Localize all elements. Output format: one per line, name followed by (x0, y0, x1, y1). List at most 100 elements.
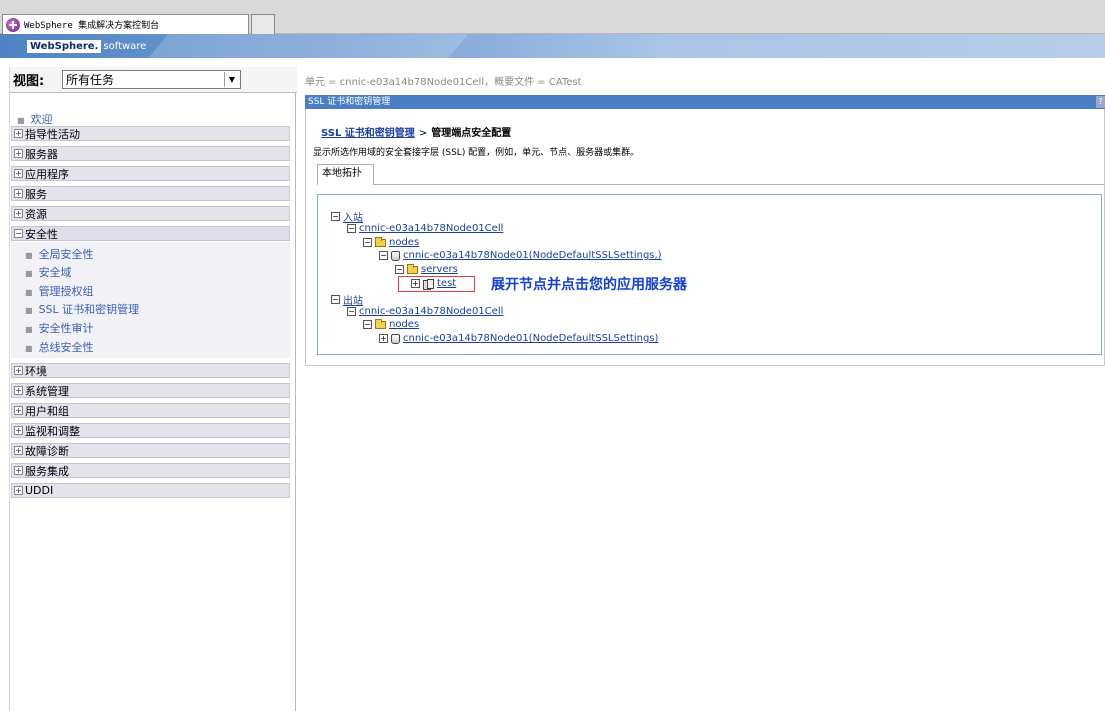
nav-category-security[interactable]: − 安全性 (11, 226, 290, 241)
nav-item-ssl-certificate-key-management[interactable]: ■ SSL 证书和密钥管理 (25, 301, 139, 317)
new-tab-button[interactable] (251, 14, 275, 34)
nav-category-label: 监视和调整 (25, 424, 80, 438)
tab-local-topology[interactable]: 本地拓扑 (317, 164, 374, 185)
breadcrumb: SSL 证书和密钥管理 > 管理端点安全配置 (321, 124, 511, 139)
folder-open-icon (407, 263, 418, 274)
expand-icon[interactable]: + (14, 426, 23, 435)
nav-item-security-domains[interactable]: ■ 安全域 (25, 264, 72, 280)
nav-category-environment[interactable]: + 环境 (11, 363, 290, 378)
breadcrumb-separator: > (418, 128, 428, 139)
nav-category-label: 服务 (25, 187, 47, 201)
nav-category-label: 资源 (25, 207, 47, 221)
view-select[interactable]: 所有任务 ▼ (62, 70, 241, 89)
tree-servers: − servers (395, 263, 458, 275)
expand-icon[interactable]: + (14, 169, 23, 178)
view-label: 视图: (13, 74, 45, 89)
inbound-node-link[interactable]: cnnic-e03a14b78Node01(NodeDefaultSSLSett… (403, 250, 662, 261)
collapse-icon[interactable]: − (331, 295, 340, 304)
tree-inbound-cell: − cnnic-e03a14b78Node01Cell (347, 223, 503, 234)
panel-title: SSL 证书和密钥管理 (308, 97, 391, 107)
websphere-banner: WebSphere. software (0, 34, 1105, 58)
bullet-icon: ■ (17, 116, 25, 125)
bullet-icon: ■ (25, 288, 33, 297)
browser-tab[interactable]: WebSphere 集成解决方案控制台 (2, 14, 249, 34)
welcome-label: 欢迎 (30, 113, 53, 126)
expand-icon[interactable]: + (14, 406, 23, 415)
nav-item-global-security[interactable]: ■ 全局安全性 (25, 246, 94, 262)
collapse-icon[interactable]: − (14, 229, 23, 238)
expand-icon[interactable]: + (379, 334, 388, 343)
brand-name: WebSphere. (27, 40, 102, 53)
nav-category-service-integration[interactable]: + 服务集成 (11, 463, 290, 478)
collapse-icon[interactable]: − (379, 251, 388, 260)
bullet-icon: ■ (25, 269, 33, 278)
expand-icon[interactable]: + (14, 366, 23, 375)
collapse-icon[interactable]: − (347, 224, 356, 233)
expand-icon[interactable]: + (14, 189, 23, 198)
nav-item-security-auditing[interactable]: ■ 安全性审计 (25, 320, 94, 336)
nav-category-monitoring-and-tuning[interactable]: + 监视和调整 (11, 423, 290, 438)
nav-category-services[interactable]: + 服务 (11, 186, 290, 201)
nav-category-troubleshooting[interactable]: + 故障诊断 (11, 443, 290, 458)
navigation-panel: 视图: 所有任务 ▼ ■ 欢迎 + 指导性活动 + 服务器 + 应用程序 + 服务 + 资源… (9, 67, 297, 711)
expand-icon[interactable]: + (14, 149, 23, 158)
browser-tab-title: WebSphere 集成解决方案控制台 (24, 21, 160, 31)
nav-item-admin-authorization-groups[interactable]: ■ 管理授权组 (25, 283, 94, 299)
nav-item-bus-security[interactable]: ■ 总线安全性 (25, 339, 94, 355)
view-select-value: 所有任务 (66, 73, 115, 87)
tree-inbound-nodes: − nodes (363, 236, 419, 248)
collapse-icon[interactable]: − (363, 238, 372, 247)
folder-icon (375, 318, 386, 329)
page-description: 显示所选作用域的安全套接字层 (SSL) 配置，例如，单元、节点、服务器或集群。 (313, 148, 640, 158)
tree-outbound: − 出站 (331, 292, 363, 307)
annotation-text: 展开节点并点击您的应用服务器 (491, 277, 687, 293)
outbound-node-link[interactable]: cnnic-e03a14b78Node01(NodeDefaultSSLSett… (403, 333, 658, 344)
scope-text: 单元 = cnnic-e03a14b78Node01Cell，概要文件 = CA… (305, 77, 582, 88)
bullet-icon: ■ (25, 344, 33, 353)
nav-category-guided-activities[interactable]: + 指导性活动 (11, 126, 290, 141)
expand-icon[interactable]: + (14, 466, 23, 475)
nav-category-applications[interactable]: + 应用程序 (11, 166, 290, 181)
expand-icon[interactable]: + (14, 386, 23, 395)
nav-category-label: 用户和组 (25, 404, 69, 418)
nav-category-label: 服务器 (25, 147, 58, 161)
highlight-box (398, 276, 475, 292)
chevron-down-icon[interactable]: ▼ (224, 72, 239, 87)
outbound-nodes-link[interactable]: nodes (389, 319, 419, 330)
inbound-nodes-link[interactable]: nodes (389, 237, 419, 248)
nav-category-uddi[interactable]: + UDDI (11, 483, 290, 498)
bullet-icon: ■ (25, 251, 33, 260)
collapse-icon[interactable]: − (363, 320, 372, 329)
nav-category-servers[interactable]: + 服务器 (11, 146, 290, 161)
nav-category-users-and-groups[interactable]: + 用户和组 (11, 403, 290, 418)
expand-icon[interactable]: + (14, 446, 23, 455)
outbound-link[interactable]: 出站 (343, 292, 363, 307)
breadcrumb-link[interactable]: SSL 证书和密钥管理 (321, 128, 415, 139)
websphere-logo: WebSphere. software (27, 40, 146, 53)
expand-icon[interactable]: + (14, 209, 23, 218)
nav-category-system-administration[interactable]: + 系统管理 (11, 383, 290, 398)
collapse-icon[interactable]: − (331, 212, 340, 221)
breadcrumb-current: 管理端点安全配置 (431, 128, 512, 139)
outbound-cell-link[interactable]: cnnic-e03a14b78Node01Cell (359, 306, 503, 317)
tab-underline (374, 184, 1104, 185)
browser-tabstrip: WebSphere 集成解决方案控制台 (0, 0, 1105, 34)
nav-item-label: 管理授权组 (38, 285, 94, 298)
nav-item-label: 全局安全性 (38, 248, 94, 261)
expand-icon[interactable]: + (14, 486, 23, 495)
tree-outbound-node: + cnnic-e03a14b78Node01(NodeDefaultSSLSet… (379, 333, 658, 344)
collapse-icon[interactable]: − (395, 265, 404, 274)
nav-category-label: 安全性 (25, 227, 58, 241)
inbound-link[interactable]: 入站 (343, 209, 363, 224)
tree-outbound-cell: − cnnic-e03a14b78Node01Cell (347, 306, 503, 317)
nav-item-label: 总线安全性 (38, 341, 94, 354)
expand-icon[interactable]: + (14, 129, 23, 138)
panel-title-bar: SSL 证书和密钥管理 ? (305, 95, 1105, 109)
node-icon (391, 250, 400, 261)
servers-link[interactable]: servers (421, 264, 458, 275)
inbound-cell-link[interactable]: cnnic-e03a14b78Node01Cell (359, 223, 503, 234)
collapse-icon[interactable]: − (347, 307, 356, 316)
help-icon[interactable]: ? (1096, 96, 1105, 108)
nav-category-label: 系统管理 (25, 384, 69, 398)
nav-category-resources[interactable]: + 资源 (11, 206, 290, 221)
